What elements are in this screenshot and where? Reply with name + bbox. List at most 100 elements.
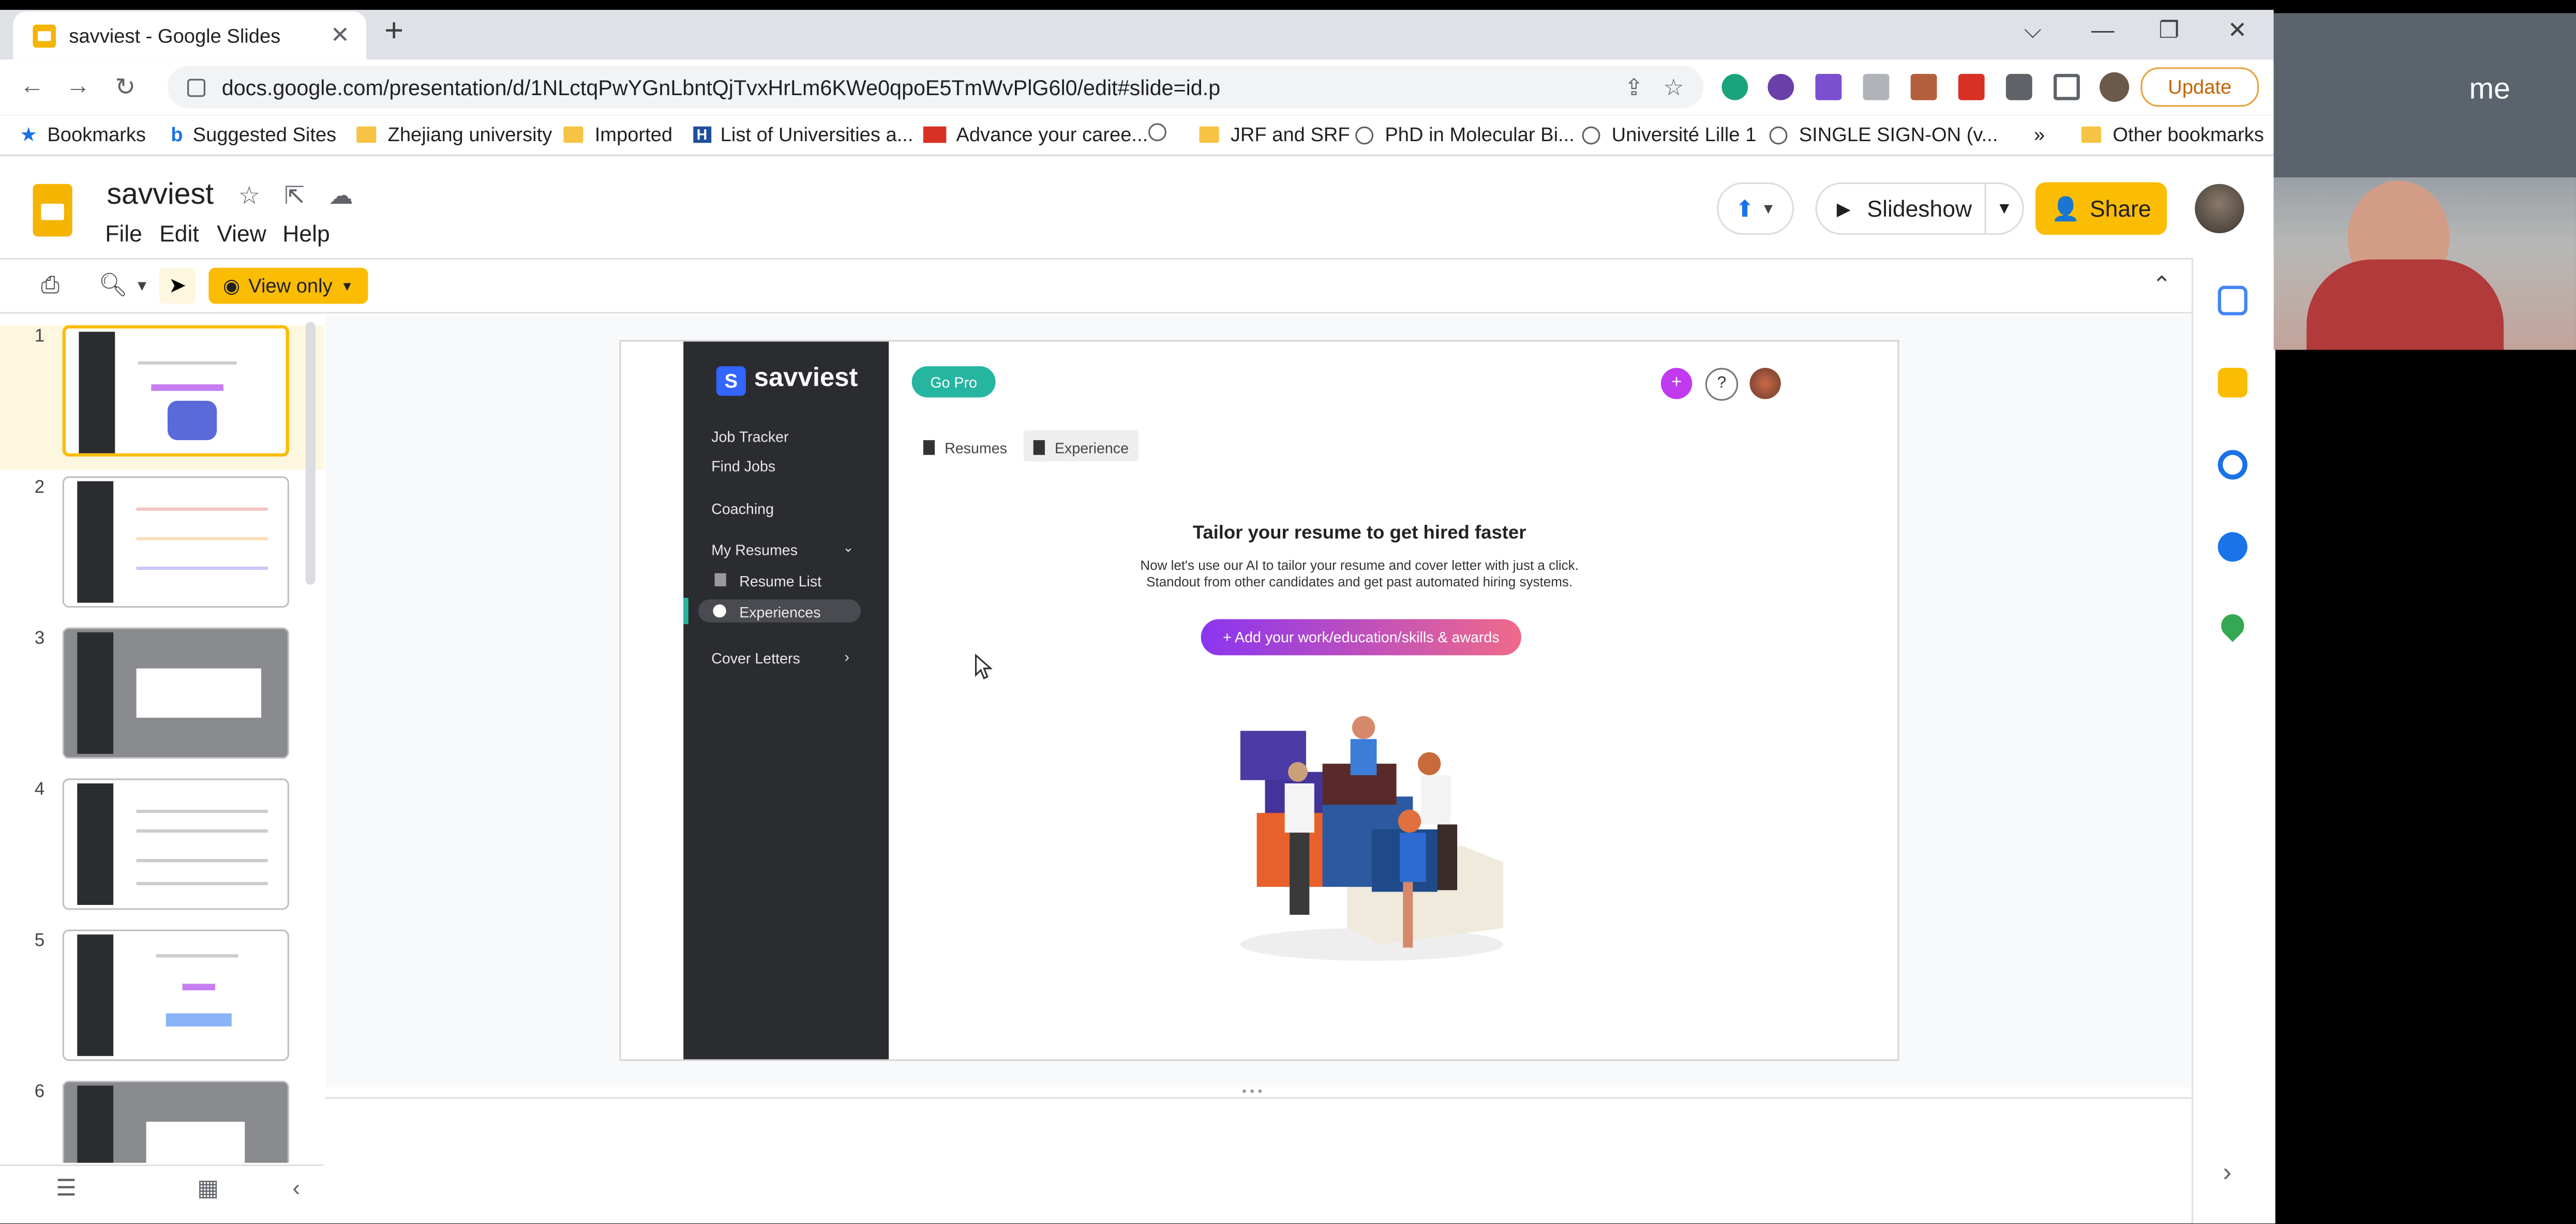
brand-name: savviest [754, 365, 858, 393]
slide-subtext-1: Now let's use our AI to tailor your resu… [1140, 558, 1579, 573]
url-text: docs.google.com/presentation/d/1NLctqPwY… [221, 74, 1221, 100]
restore-icon[interactable]: ❐ [2159, 17, 2179, 44]
add-experience-cta: + Add your work/education/skills & award… [1201, 619, 1521, 656]
tab-search-icon[interactable]: ⌵ [2024, 17, 2042, 44]
document-title[interactable]: savviest [107, 177, 214, 212]
address-bar[interactable]: docs.google.com/presentation/d/1NLctqPwY… [167, 66, 1704, 109]
resize-handle-icon[interactable]: ••• [1242, 1084, 1266, 1099]
slide-thumbnail-4[interactable] [62, 778, 289, 910]
slideshow-button[interactable]: ▶ Slideshow ▼ [1815, 182, 2024, 235]
move-icon[interactable]: ⇱ [284, 180, 305, 210]
bookmark-item[interactable]: b Suggested Sites [171, 123, 336, 146]
collapse-toolbar-icon[interactable]: ⌃ [2152, 271, 2171, 299]
experience-icon [713, 604, 726, 618]
chevron-right-icon: › [844, 648, 849, 666]
tasks-icon[interactable] [2218, 450, 2248, 480]
calendar-icon[interactable] [2218, 285, 2248, 315]
bookmark-item[interactable]: JRF and SRF [1199, 123, 1350, 146]
filmstrip-view-icon[interactable]: ☰ [56, 1174, 77, 1202]
account-avatar[interactable] [2195, 184, 2244, 233]
slide-thumbnail-5[interactable] [62, 929, 289, 1061]
side-panel-icon[interactable] [2054, 73, 2080, 100]
slides-logo-icon[interactable] [33, 184, 72, 237]
active-indicator [683, 598, 688, 624]
grid-view-icon[interactable]: ▦ [197, 1174, 219, 1202]
slide-thumbnail-3[interactable] [62, 627, 289, 759]
close-window-icon[interactable]: ✕ [2228, 17, 2247, 44]
share-button[interactable]: 👤 Share [2035, 182, 2167, 235]
menu-view[interactable]: View [217, 220, 266, 247]
nav-resume-list: Resume List [739, 573, 822, 590]
menu-edit[interactable]: Edit [159, 220, 199, 247]
globe-icon [1355, 125, 1374, 144]
keep-icon[interactable] [2218, 368, 2248, 398]
close-tab-icon[interactable]: ✕ [327, 21, 353, 49]
slide-thumbnail-6[interactable] [62, 1080, 289, 1163]
bookmark-item[interactable]: PhD in Molecular Bi... [1355, 123, 1575, 146]
collapse-panel-icon[interactable]: ‹ [292, 1174, 300, 1201]
slide-thumbnail-2[interactable] [62, 476, 289, 608]
bookmarks-overflow[interactable]: » [2034, 123, 2045, 146]
new-tab-icon[interactable]: + [384, 13, 403, 51]
folder-icon [2081, 126, 2102, 143]
person-lock-icon: 👤 [2051, 194, 2080, 221]
select-cursor-icon[interactable]: ➤ [159, 267, 196, 304]
star-icon[interactable]: ☆ [238, 180, 261, 210]
chevron-down-icon[interactable]: ▼ [134, 278, 149, 294]
globe-icon [1582, 125, 1600, 144]
document-icon [923, 440, 935, 455]
forward-icon[interactable]: → [66, 72, 91, 100]
contacts-icon[interactable] [2218, 532, 2248, 562]
expand-panel-icon[interactable]: › [2223, 1159, 2231, 1189]
extension-onenote-icon[interactable] [1815, 73, 1842, 100]
webcam-participant [2273, 177, 2576, 350]
minimize-icon[interactable]: — [2091, 17, 2114, 43]
swiss-flag-icon [923, 126, 947, 143]
print-icon[interactable]: ⎙ [41, 271, 59, 299]
view-only-button[interactable]: ◉ View only ▼ [208, 267, 368, 304]
extensions-puzzle-icon[interactable] [2005, 73, 2032, 100]
extension-tool-icon[interactable] [1910, 73, 1937, 100]
bookmark-item[interactable]: Advance your caree... [923, 123, 1148, 146]
extension-pdf-icon[interactable] [1958, 73, 1985, 100]
globe-icon [1769, 125, 1788, 144]
slide-thumbnail-1[interactable] [62, 325, 289, 457]
tab-title: savviest - Google Slides [69, 24, 281, 47]
play-icon: ▶ [1836, 199, 1851, 219]
bookmark-item[interactable]: Université Lille 1 [1582, 123, 1756, 146]
lock-icon [187, 78, 205, 96]
filmstrip-scrollbar[interactable] [305, 322, 316, 585]
bing-icon: b [171, 123, 183, 146]
bookmark-item[interactable] [1148, 123, 1178, 142]
cloud-status-icon[interactable]: ☁ [328, 180, 353, 210]
document-icon [714, 573, 726, 586]
bookmark-star-icon[interactable]: ☆ [1664, 73, 1684, 101]
help-icon: ? [1705, 368, 1739, 401]
tab-resumes: Resumes [923, 433, 1007, 461]
menu-help[interactable]: Help [282, 220, 330, 247]
chevron-down-icon: ▼ [1761, 200, 1776, 217]
chevron-down-icon[interactable]: ▼ [1986, 200, 2023, 218]
bookmark-item[interactable]: H List of Universities a... [693, 123, 913, 146]
zoom-icon[interactable]: 🔍︎ [99, 271, 128, 299]
speaker-notes[interactable] [325, 1097, 2192, 1214]
nav-cover-letters: Cover Letters [711, 650, 800, 667]
reload-icon[interactable]: ↻ [115, 72, 136, 102]
bookmark-item[interactable]: Other bookmarks [2081, 123, 2264, 146]
bookmark-item[interactable]: SINGLE SIGN-ON (v... [1769, 123, 1998, 146]
bookmark-item[interactable]: Imported [563, 123, 672, 146]
menu-file[interactable]: File [105, 220, 142, 247]
present-to-meeting-button[interactable]: ⬆ ▼ [1716, 182, 1794, 235]
browser-tab[interactable]: savviest - Google Slides ✕ [13, 11, 367, 59]
back-icon[interactable]: ← [20, 72, 44, 100]
bookmark-item[interactable]: Zhejiang university [356, 123, 552, 146]
chevron-down-icon: ⌄ [843, 540, 854, 555]
update-button[interactable]: Update [2140, 67, 2259, 107]
share-page-icon[interactable]: ⇪ [1624, 73, 1643, 101]
extension-grammar-icon[interactable] [1721, 73, 1748, 100]
extension-language-icon[interactable] [1768, 73, 1794, 100]
folder-icon [356, 126, 377, 143]
bookmark-item[interactable]: ★ Bookmarks [20, 123, 146, 146]
extension-gray-icon[interactable] [1863, 73, 1890, 100]
profile-avatar-icon[interactable] [2099, 72, 2130, 102]
